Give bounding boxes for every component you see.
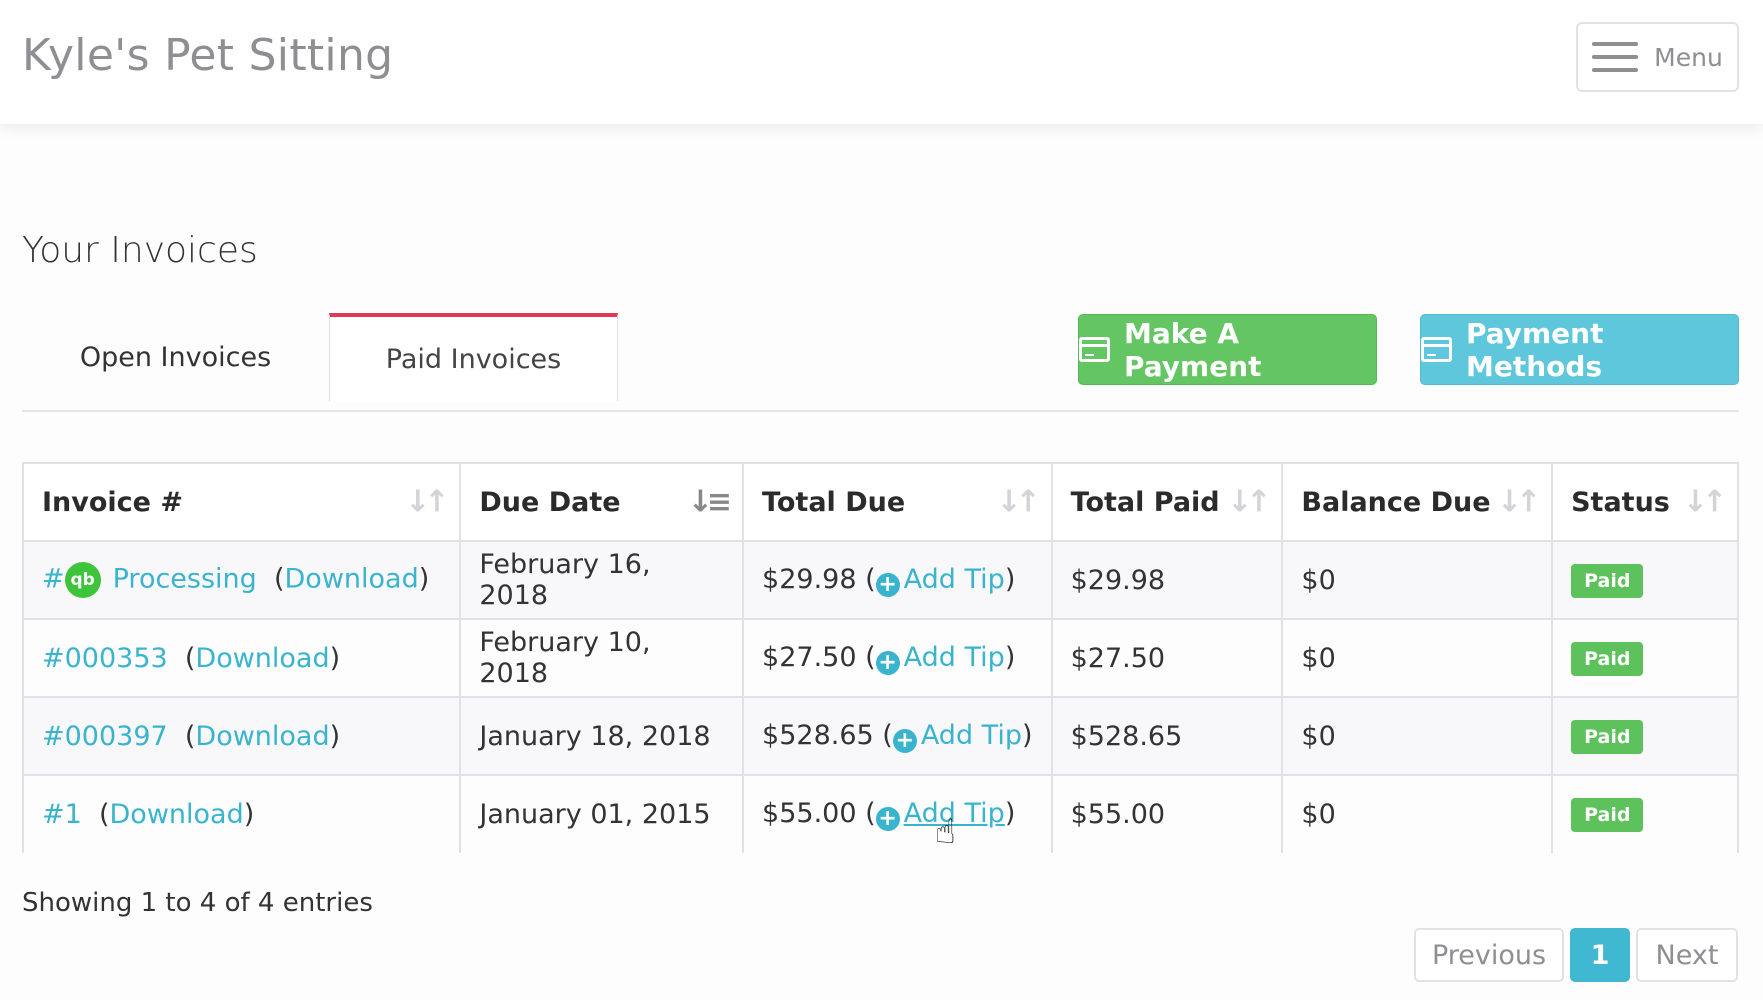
plus-circle-icon: + [892,728,917,753]
table-row: #1 (Download) January 01, 2015 $55.00 (+… [21,774,1739,853]
page-1-button[interactable]: 1 [1570,928,1630,982]
total-paid-cell: $55.00 [1050,774,1284,853]
plus-circle-icon: + [875,572,900,597]
column-label: Status [1571,486,1670,518]
balance-due-cell: $0 [1281,540,1554,620]
tab-paid-invoices[interactable]: Paid Invoices [329,313,618,401]
add-tip-link[interactable]: + Add Tip [875,798,1005,831]
status-badge: Paid [1571,719,1644,754]
total-due-cell: $528.65 (+ Add Tip) [742,696,1053,776]
due-date-cell: February 10, 2018 [459,618,745,698]
make-payment-label: Make A Payment [1123,316,1262,383]
sort-descending-icon[interactable]: ↓≡ [688,485,732,520]
invoice-link[interactable]: Processing [113,564,257,595]
total-due-value: $55.00 [762,798,857,829]
credit-card-icon [1079,337,1110,362]
sort-icon[interactable]: ↓↑ [1683,485,1727,520]
invoice-cell: #000397 (Download) [21,696,462,776]
previous-page-button[interactable]: Previous [1414,928,1564,982]
add-tip-label: Add Tip [903,563,1005,595]
status-cell: Paid [1551,696,1739,776]
sort-icon[interactable]: ↓↑ [405,485,449,520]
total-due-cell: $55.00 (+ Add Tip) [742,774,1053,853]
column-header-balance-due[interactable]: Balance Due ↓↑ [1281,462,1554,542]
status-cell: Paid [1551,540,1739,620]
plus-circle-icon: + [875,807,900,831]
pagination: Previous 1 Next [1414,928,1738,982]
next-page-button[interactable]: Next [1636,928,1738,982]
table-header-row: Invoice # ↓↑ Due Date ↓≡ Total Due ↓↑ Total… [21,462,1739,542]
balance-due-cell: $0 [1281,774,1554,853]
invoices-table: Invoice # ↓↑ Due Date ↓≡ Total Due ↓↑ Total… [21,462,1739,853]
total-paid-cell: $528.65 [1050,696,1284,776]
due-date-cell: January 18, 2018 [459,696,745,776]
make-payment-button[interactable]: Make A Payment [1078,314,1377,385]
column-header-total-due[interactable]: Total Due ↓↑ [742,462,1053,542]
page-title: Your Invoices [22,230,258,271]
status-badge: Paid [1571,798,1644,832]
download-link[interactable]: Download [110,799,244,830]
add-tip-label: Add Tip [903,641,1005,673]
total-paid-cell: $29.98 [1050,540,1284,620]
hamburger-icon [1592,42,1639,72]
sort-icon[interactable]: ↓↑ [1497,485,1541,520]
column-label: Total Due [762,486,906,518]
sort-icon[interactable]: ↓↑ [1227,485,1271,520]
column-header-total-paid[interactable]: Total Paid ↓↑ [1050,462,1284,542]
table-row: #000353 (Download) February 10, 2018 $27… [21,618,1739,698]
status-badge: Paid [1571,641,1644,676]
column-label: Due Date [479,486,621,518]
total-due-cell: $29.98 (+ Add Tip) [742,540,1053,620]
invoice-cell: #1 (Download) [21,774,462,853]
invoice-hash[interactable]: # [42,564,65,595]
invoice-link[interactable]: #000397 [42,721,168,752]
add-tip-label: Add Tip [903,798,1005,829]
status-cell: Paid [1551,618,1739,698]
balance-due-cell: $0 [1281,618,1554,698]
tab-open-invoices[interactable]: Open Invoices [22,313,329,401]
due-date-cell: February 16, 2018 [459,540,745,620]
add-tip-link[interactable]: + Add Tip [892,719,1022,753]
add-tip-link[interactable]: + Add Tip [875,563,1005,597]
table-row: # qb Processing (Download) February 16, 20… [21,540,1739,620]
invoice-link[interactable]: #000353 [42,643,168,674]
total-due-value: $528.65 [762,719,874,751]
download-link[interactable]: Download [285,564,419,595]
add-tip-label: Add Tip [920,719,1022,751]
column-header-invoice[interactable]: Invoice # ↓↑ [21,462,462,542]
column-header-due-date[interactable]: Due Date ↓≡ [459,462,745,542]
table-row: #000397 (Download) January 18, 2018 $528… [21,696,1739,776]
menu-label: Menu [1654,42,1723,72]
status-badge: Paid [1571,563,1644,598]
download-link[interactable]: Download [195,721,329,752]
download-link[interactable]: Download [195,643,329,674]
balance-due-cell: $0 [1281,696,1554,776]
quickbooks-icon: qb [64,562,101,598]
column-label: Invoice # [42,486,184,518]
sort-icon[interactable]: ↓↑ [996,485,1040,520]
column-label: Total Paid [1070,486,1220,518]
invoice-link[interactable]: #1 [42,799,82,830]
payment-methods-label: Payment Methods [1465,316,1604,383]
add-tip-link[interactable]: + Add Tip [875,641,1005,675]
status-cell: Paid [1551,774,1739,853]
total-due-cell: $27.50 (+ Add Tip) [742,618,1053,698]
entries-info: Showing 1 to 4 of 4 entries [22,888,373,918]
payment-methods-button[interactable]: Payment Methods [1420,314,1739,385]
brand-title[interactable]: Kyle's Pet Sitting [22,30,393,81]
total-paid-cell: $27.50 [1050,618,1284,698]
tabs-divider [22,410,1739,412]
column-label: Balance Due [1301,486,1491,518]
invoice-tabs: Open Invoices Paid Invoices [22,313,618,401]
plus-circle-icon: + [875,650,900,675]
total-due-value: $29.98 [762,563,857,595]
top-header: Kyle's Pet Sitting Menu [0,0,1763,124]
invoice-cell: # qb Processing (Download) [21,540,462,620]
column-header-status[interactable]: Status ↓↑ [1551,462,1739,542]
menu-button[interactable]: Menu [1576,22,1739,92]
total-due-value: $27.50 [762,641,857,673]
invoice-cell: #000353 (Download) [21,618,462,698]
credit-card-icon [1421,337,1452,362]
due-date-cell: January 01, 2015 [459,774,745,853]
